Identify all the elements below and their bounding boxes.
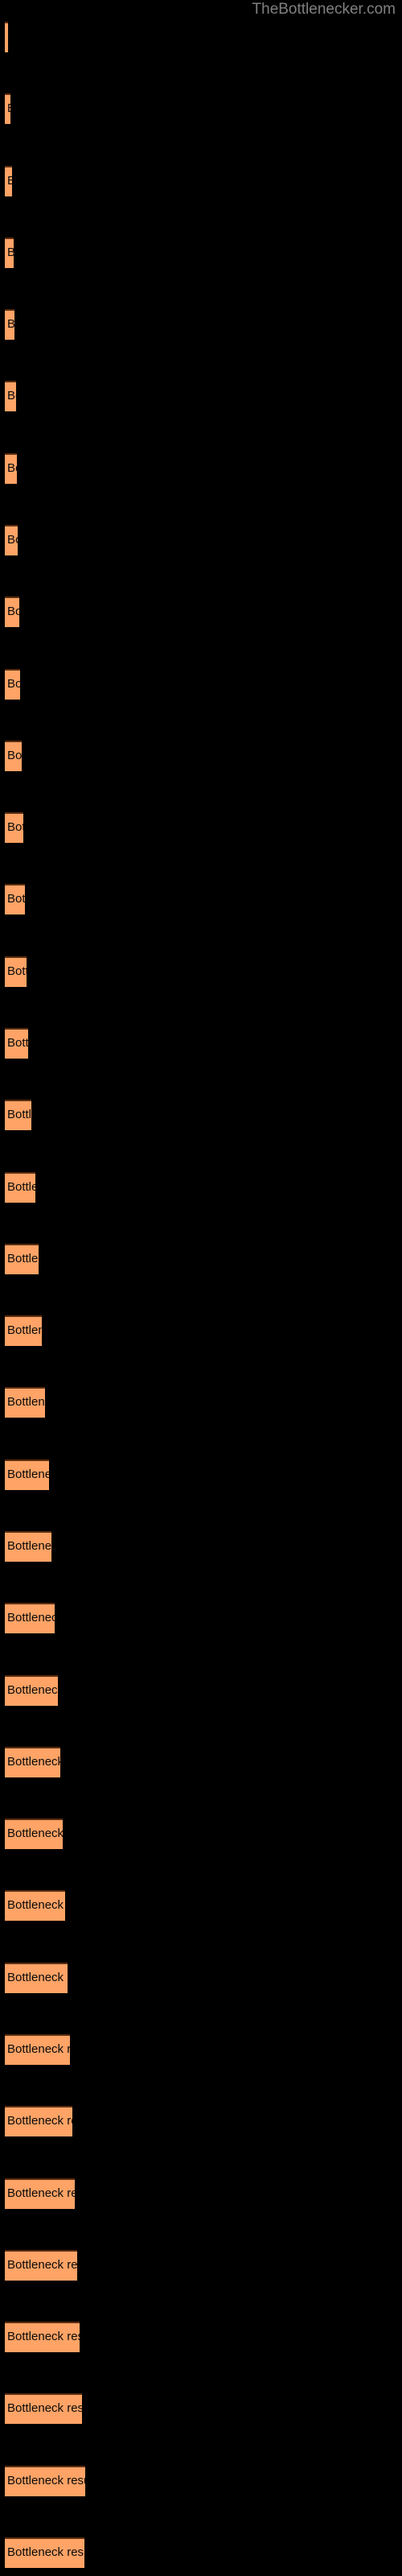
bar-label: Bottleneck result — [7, 1611, 55, 1624]
bar-label: Bottleneck result — [7, 317, 14, 331]
bottleneck-bar-chart: TheBottlenecker.com Bottleneck resultBot… — [0, 0, 402, 2576]
bar-label: Bottleneck result — [7, 2114, 72, 2128]
bar-label: Bottleneck result — [7, 605, 19, 618]
bar-label-clip: Bottleneck result — [5, 1028, 28, 1059]
bar-label-clip: Bottleneck result — [5, 884, 25, 914]
bar-label: Bottleneck result — [7, 1539, 51, 1553]
bar-label: Bottleneck result — [7, 246, 14, 259]
bar-label: Bottleneck result — [7, 174, 12, 188]
bar-label-clip: Bottleneck result — [5, 2393, 82, 2424]
bar-label: Bottleneck result — [7, 2042, 70, 2056]
bar-label: Bottleneck result — [7, 964, 27, 978]
bar-label: Bottleneck result — [7, 1323, 42, 1337]
bar-label-clip: Bottleneck result — [5, 2250, 77, 2281]
bar-label-clip: Bottleneck result — [5, 2106, 72, 2136]
bar-label-clip: Bottleneck result — [5, 93, 10, 124]
bar-label-clip: Bottleneck result — [5, 2034, 70, 2065]
bar-label: Bottleneck result — [7, 1971, 68, 1984]
bar-label-clip: Bottleneck result — [5, 525, 18, 555]
bar-label-clip: Bottleneck result — [5, 1100, 31, 1130]
bar-label: Bottleneck result — [7, 1395, 45, 1409]
bar-label: Bottleneck result — [7, 2186, 75, 2200]
bar-label: Bottleneck result — [7, 2474, 85, 2487]
bar-label-clip: Bottleneck result — [5, 1387, 45, 1418]
bar-label-clip: Bottleneck result — [5, 1963, 68, 1993]
bar-label: Bottleneck result — [7, 1683, 58, 1697]
bar-label: Bottleneck result — [7, 1468, 49, 1481]
bar-label: Bottleneck result — [7, 820, 23, 834]
bar-label: Bottleneck result — [7, 2545, 84, 2559]
bar-label-clip: Bottleneck result — [5, 1315, 42, 1346]
bar-label-clip: Bottleneck result — [5, 237, 14, 268]
bar-label-clip: Bottleneck result — [5, 597, 19, 627]
bar-label-clip: Bottleneck result — [5, 812, 23, 843]
bar-label: Bottleneck result — [7, 1180, 35, 1194]
bar-label-clip: Bottleneck result — [5, 1818, 63, 1849]
bar-label: Bottleneck result — [7, 2258, 77, 2272]
bar-label-clip: Bottleneck result — [5, 1531, 51, 1562]
bar-label-clip: Bottleneck result — [5, 1747, 60, 1777]
bar-label-clip: Bottleneck result — [5, 1603, 55, 1633]
bar-series-layer: Bottleneck result Bottleneck result Bottle… — [0, 0, 402, 2576]
bar-label: Bottleneck result — [7, 1827, 63, 1840]
bar-label: Bottleneck result — [7, 1252, 39, 1265]
bar-label-clip: Bottleneck result — [5, 1890, 65, 1921]
bar-label: Bottleneck result — [7, 1108, 31, 1121]
bar-label: Bottleneck result — [7, 2401, 82, 2415]
bar-label: Bottleneck result — [7, 22, 8, 52]
bar-label: Bottleneck result — [7, 892, 25, 906]
bar-label-clip: Bottleneck result — [5, 2322, 80, 2352]
bar-label-clip: Bottleneck result — [5, 1459, 49, 1490]
bar-label: Bottleneck result — [7, 1898, 65, 1912]
bar-label: Bottleneck result — [7, 2330, 80, 2343]
bar-label: Bottleneck result — [7, 1036, 28, 1050]
bar-label-clip: Bottleneck result — [5, 956, 27, 987]
bar-label: Bottleneck result — [7, 749, 22, 762]
bar-label: Bottleneck result — [7, 533, 18, 547]
bar-label-clip: Bottleneck result — [5, 741, 22, 771]
bar-label: Bottleneck result — [7, 93, 10, 124]
bar-label-clip: Bottleneck result — [5, 2537, 84, 2568]
bar-label-clip: Bottleneck result — [5, 453, 17, 484]
bar-label: Bottleneck result — [7, 1755, 60, 1769]
bar-label-clip: Bottleneck result — [5, 22, 8, 52]
bar-label-clip: Bottleneck result — [5, 2466, 85, 2496]
bar-label-clip: Bottleneck result — [5, 1244, 39, 1274]
bar-label-clip: Bottleneck result — [5, 1675, 58, 1706]
bar-label-clip: Bottleneck result — [5, 381, 16, 411]
bar-label: Bottleneck result — [7, 461, 17, 475]
bar-label-clip: Bottleneck result — [5, 669, 20, 700]
bar-label: Bottleneck result — [7, 677, 20, 691]
bar-label-clip: Bottleneck result — [5, 166, 12, 196]
bar-label-clip: Bottleneck result — [5, 309, 14, 340]
bar-label-clip: Bottleneck result — [5, 2178, 75, 2209]
bar-label: Bottleneck result — [7, 389, 16, 402]
bar-label-clip: Bottleneck result — [5, 1172, 35, 1203]
